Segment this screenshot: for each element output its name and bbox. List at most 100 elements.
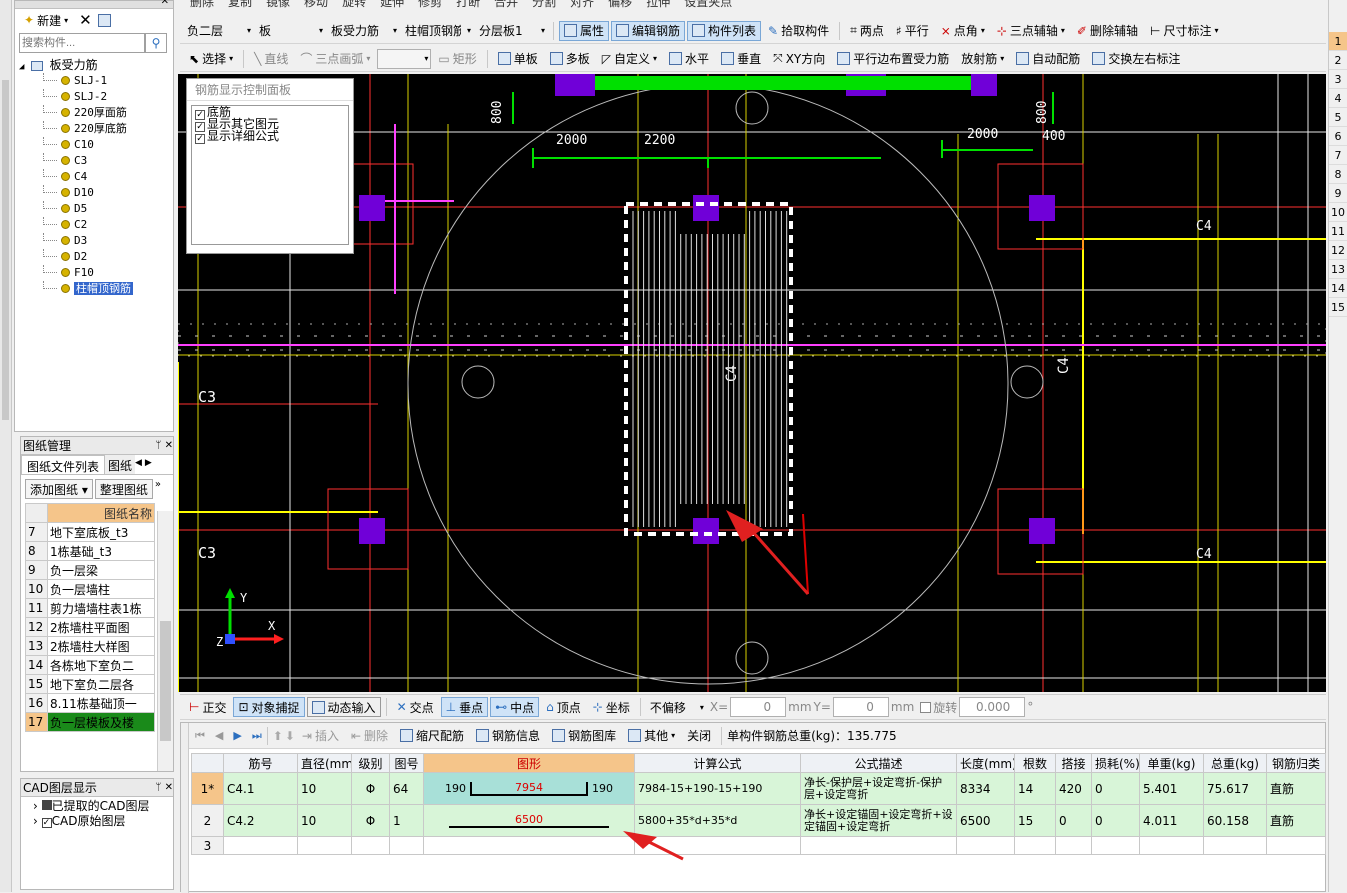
point-angle-button[interactable]: ⨯ 点角 ▾	[936, 21, 990, 41]
cell-desc[interactable]	[800, 836, 957, 855]
auto-rebar-button[interactable]: 自动配筋	[1011, 49, 1085, 69]
delete-axis-button[interactable]: ✐ 删除辅轴	[1072, 21, 1143, 41]
y-input[interactable]: 0	[832, 697, 889, 717]
row-index[interactable]: 8	[1329, 165, 1347, 184]
top-tool-2[interactable]: 镜像	[266, 0, 290, 9]
col-header[interactable]: 总重(kg)	[1203, 753, 1267, 773]
drawing-row[interactable]: 13 2栋墙柱大样图	[25, 636, 155, 656]
row-index[interactable]: 14	[1329, 279, 1347, 298]
table-row[interactable]: 1* C4.1 10 Φ 64 190 7954 190 7984-15+190-15+190 净…	[191, 772, 1326, 805]
perpendicular-button[interactable]: ⊥ 垂点	[440, 697, 489, 717]
drawing-row[interactable]: 7 地下室底板_t3	[25, 522, 155, 542]
cell-name[interactable]: C4.1	[223, 772, 298, 805]
radial-rebar-button[interactable]: 放射筋 ▾	[956, 49, 1009, 69]
top-tool-11[interactable]: 偏移	[608, 0, 632, 9]
cell-grade[interactable]: Φ	[351, 804, 390, 837]
col-header[interactable]: 计算公式	[634, 753, 801, 773]
row-index[interactable]: 10	[1329, 203, 1347, 222]
line-button[interactable]: ╲ 直线	[249, 49, 293, 69]
type-select[interactable]: 板 ▾	[256, 22, 326, 40]
drawing-row[interactable]: 14 各栋地下室负二	[25, 655, 155, 675]
cell-count[interactable]: 14	[1014, 772, 1056, 805]
cell-loss[interactable]: 0	[1091, 804, 1140, 837]
tree-item[interactable]: D2	[19, 249, 173, 265]
close-editor-button[interactable]: 关闭	[682, 726, 716, 746]
cell-cat[interactable]: 直筋	[1266, 804, 1326, 837]
cell-lap[interactable]	[1055, 836, 1092, 855]
cell-name[interactable]	[223, 836, 298, 855]
top-tool-0[interactable]: 删除	[190, 0, 214, 9]
rotate-checkbox[interactable]	[920, 701, 932, 713]
drawing-scrollbar[interactable]	[157, 511, 173, 771]
drawing-row[interactable]: 17 负一层模板及楼	[25, 712, 155, 732]
cell-len[interactable]: 8334	[956, 772, 1015, 805]
rect-button[interactable]: ▭ 矩形	[433, 49, 481, 69]
object-snap-button[interactable]: ⊡ 对象捕捉	[233, 697, 305, 717]
top-tool-1[interactable]: 复制	[228, 0, 252, 9]
cell-unit[interactable]: 5.401	[1139, 772, 1204, 805]
collapse-icon[interactable]: ◢	[19, 62, 24, 72]
checkbox-checked[interactable]: ✓	[195, 134, 205, 144]
col-header[interactable]: 搭接	[1055, 753, 1092, 773]
top-tool-7[interactable]: 打断	[456, 0, 480, 9]
move-down-icon[interactable]: ⬇	[285, 729, 295, 743]
cell-dia[interactable]	[297, 836, 352, 855]
checkbox-checked[interactable]: ✓	[41, 818, 52, 828]
col-drawing-name[interactable]: 图纸名称	[47, 503, 155, 523]
cell-loss[interactable]: 0	[1091, 772, 1140, 805]
shape-select[interactable]: ▾	[377, 48, 432, 69]
col-header[interactable]: 单重(kg)	[1139, 753, 1204, 773]
tree-item[interactable]: C3	[19, 153, 173, 169]
col-header[interactable]: 直径(mm)	[297, 753, 352, 773]
col-header[interactable]: 钢筋归类	[1266, 753, 1326, 773]
row-index[interactable]: 9	[1329, 184, 1347, 203]
col-header[interactable]: 长度(mm)	[956, 753, 1015, 773]
tab-scroll-arrows[interactable]: ◀ ▶	[135, 455, 152, 474]
arc-button[interactable]: ⌒ 三点画弧 ▾	[295, 49, 375, 69]
cell-dia[interactable]: 10	[297, 772, 352, 805]
drawing-row[interactable]: 10 负一层墙柱	[25, 579, 155, 599]
close-icon[interactable]: ✕	[165, 440, 173, 451]
rebar-library-button[interactable]: 钢筋图库	[547, 726, 621, 746]
col-header[interactable]: 损耗(%)	[1091, 753, 1140, 773]
row-index[interactable]: 7	[1329, 146, 1347, 165]
cell-cat[interactable]: 直筋	[1266, 772, 1326, 805]
ortho-button[interactable]: ⊢ 正交	[184, 697, 231, 717]
select-button[interactable]: ⬉ 选择 ▾	[184, 49, 238, 69]
tab-drawing-files[interactable]: 图纸文件列表	[21, 455, 106, 474]
top-tool-5[interactable]: 延伸	[380, 0, 404, 9]
cell-formula[interactable]: 7984-15+190-15+190	[634, 772, 801, 805]
cell-grade[interactable]: Φ	[351, 772, 390, 805]
tree-item[interactable]: SLJ-1	[19, 73, 173, 89]
cell-loss[interactable]	[1091, 836, 1140, 855]
rotate-input[interactable]: 0.000	[959, 697, 1026, 717]
cell-fig[interactable]: 64	[389, 772, 424, 805]
col-header[interactable]: 图号	[389, 753, 424, 773]
row-index[interactable]: 3	[1329, 70, 1347, 89]
parallel-button[interactable]: ♯ 平行	[891, 21, 934, 41]
multi-slab-button[interactable]: 多板	[545, 49, 595, 69]
rebar-shape-cell[interactable]	[423, 836, 635, 855]
rebar-info-button[interactable]: 钢筋信息	[471, 726, 545, 746]
component-select[interactable]: 柱帽顶钢筋 ▾	[402, 22, 474, 40]
custom-button[interactable]: ◸ 自定义 ▾	[597, 49, 662, 69]
col-header[interactable]: 公式描述	[800, 753, 957, 773]
row-index[interactable]: 5	[1329, 108, 1347, 127]
nav-prev-icon[interactable]: ◀	[215, 729, 223, 742]
cell-fig[interactable]	[389, 836, 424, 855]
vertical-button[interactable]: 垂直	[716, 49, 766, 69]
cell-dia[interactable]: 10	[297, 804, 352, 837]
intersection-button[interactable]: ✕ 交点	[392, 697, 439, 717]
insert-button[interactable]: ⇥ 插入	[297, 726, 344, 746]
top-tool-4[interactable]: 旋转	[342, 0, 366, 9]
cad-canvas[interactable]: 2000 2200 2000 400 800 800 C3 C3 C4 C4 C…	[178, 74, 1326, 692]
swap-label-button[interactable]: 交换左右标注	[1087, 49, 1185, 69]
cell-name[interactable]: C4.2	[223, 804, 298, 837]
tree-item[interactable]: C10	[19, 137, 173, 153]
top-tool-10[interactable]: 对齐	[570, 0, 594, 9]
tree-item[interactable]: D5	[19, 201, 173, 217]
single-slab-button[interactable]: 单板	[493, 49, 543, 69]
row-index[interactable]: 15	[1329, 298, 1347, 317]
cad-layer-extracted[interactable]: › 已提取的CAD图层	[33, 799, 173, 814]
top-tool-12[interactable]: 拉伸	[646, 0, 670, 9]
